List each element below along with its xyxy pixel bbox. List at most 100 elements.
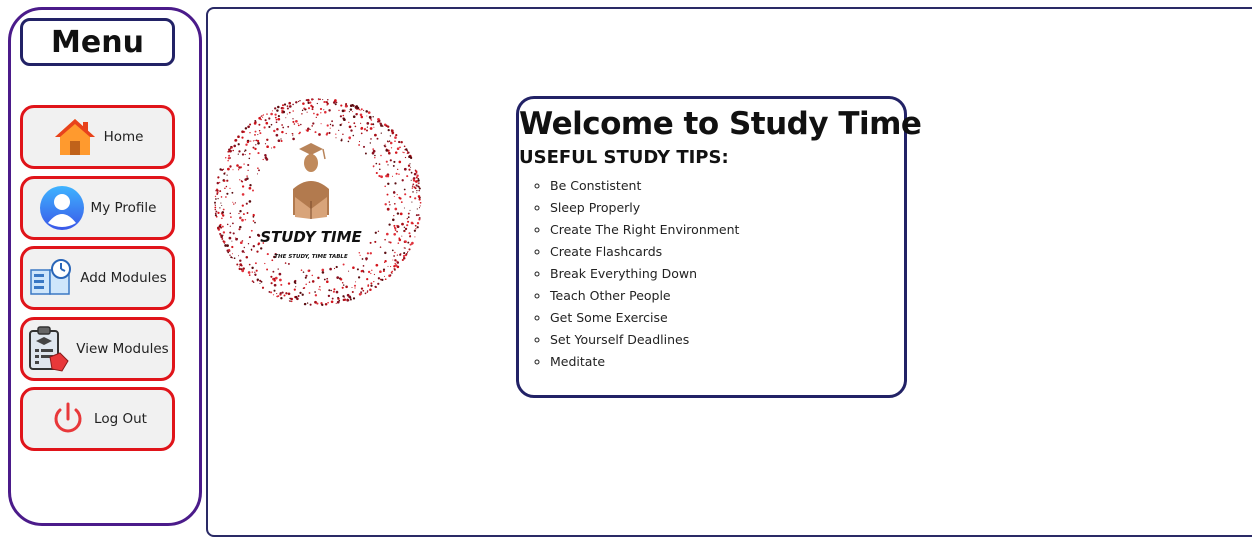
- logo-speckle: [393, 232, 397, 236]
- logo-speckle: [384, 278, 387, 281]
- logo-speckle: [304, 276, 307, 279]
- logo-speckle: [281, 104, 285, 107]
- logo-speckle: [266, 253, 269, 256]
- logo-speckle: [229, 225, 231, 227]
- logo-speckle: [412, 222, 414, 225]
- logo-speckle: [336, 276, 340, 279]
- logo-speckle: [283, 294, 286, 297]
- logo-speckle: [394, 229, 397, 232]
- logo-speckle: [380, 154, 382, 157]
- logo-speckle: [412, 178, 415, 181]
- logo-speckle: [387, 182, 390, 185]
- logo-speckle: [416, 189, 418, 192]
- logo-speckle: [272, 270, 275, 273]
- logo-speckle: [236, 164, 239, 167]
- logo-speckle: [234, 202, 236, 204]
- menu-title: Menu: [20, 18, 175, 66]
- logo-speckle: [358, 292, 362, 296]
- logo-speckle: [407, 220, 410, 223]
- logo-speckle: [248, 236, 251, 239]
- logo-speckle: [320, 123, 322, 125]
- logo-speckle: [394, 262, 396, 265]
- logo-speckle: [325, 101, 328, 104]
- logo-speckle: [418, 189, 420, 192]
- logo-speckle: [393, 215, 395, 217]
- logo-speckle: [401, 235, 403, 237]
- logo-speckle: [245, 256, 249, 259]
- logo-speckle: [281, 124, 283, 126]
- logo-speckle: [316, 102, 318, 105]
- logo-speckle: [288, 101, 291, 105]
- logo-speckle: [404, 227, 408, 231]
- logo-speckle: [272, 294, 275, 296]
- logo-speckle: [254, 221, 256, 224]
- logo-speckle: [415, 176, 418, 179]
- logo-speckle: [230, 256, 233, 259]
- logo-speckle: [360, 269, 364, 273]
- logo-speckle: [264, 143, 267, 145]
- logo-speckle: [394, 182, 397, 185]
- logo-speckle: [231, 191, 234, 194]
- logo-speckle: [247, 271, 251, 274]
- logo-speckle: [327, 301, 329, 304]
- logo-speckle: [360, 291, 363, 294]
- logo-speckle: [281, 130, 284, 134]
- logo-speckle: [408, 155, 412, 159]
- log-out-button[interactable]: Log Out: [20, 387, 175, 451]
- logo-speckle: [353, 284, 357, 287]
- logo-speckle: [416, 222, 420, 225]
- logo-speckle: [414, 224, 417, 227]
- study-tips-heading: USEFUL STUDY TIPS:: [519, 147, 729, 168]
- logo-speckle: [322, 99, 324, 101]
- logo-speckle: [216, 193, 219, 195]
- logo-speckle: [343, 118, 346, 122]
- logo-speckle: [396, 260, 398, 262]
- logo-speckle: [254, 121, 257, 124]
- logo-speckle: [325, 133, 328, 136]
- logo-speckle: [342, 284, 345, 286]
- logo-speckle: [236, 263, 239, 266]
- logo-speckle: [352, 134, 355, 137]
- home-icon: [52, 117, 98, 157]
- logo-speckle: [415, 228, 417, 230]
- logo-speckle: [321, 271, 325, 274]
- logo-speckle: [314, 294, 318, 297]
- logo-speckle: [334, 99, 337, 102]
- add-modules-button[interactable]: Add Modules: [20, 246, 175, 310]
- logo-speckle: [406, 149, 408, 152]
- logo-speckle: [408, 232, 411, 235]
- list-item: Create The Right Environment: [550, 219, 904, 241]
- logo-speckle: [298, 132, 300, 135]
- logo-speckle: [360, 108, 363, 111]
- logo-speckle: [276, 128, 279, 131]
- logo-speckle: [248, 186, 252, 190]
- logo-speckle: [358, 144, 360, 146]
- logo-speckle: [293, 288, 296, 291]
- logo-speckle: [268, 290, 271, 293]
- logo-speckle: [388, 223, 391, 226]
- logo-speckle: [310, 104, 313, 107]
- logo-speckle: [316, 113, 319, 116]
- logo-speckle: [280, 283, 283, 286]
- logo-speckle: [252, 220, 255, 222]
- my-profile-button[interactable]: My Profile: [20, 176, 175, 240]
- logo-speckle: [257, 142, 260, 145]
- logo-speckle: [419, 201, 422, 204]
- home-button[interactable]: Home: [20, 105, 175, 169]
- logo-speckle: [388, 140, 391, 142]
- logo-speckle: [229, 231, 232, 234]
- logo-speckle: [396, 224, 398, 227]
- logo-speckle: [240, 180, 243, 182]
- logo-speckle: [396, 147, 400, 150]
- logo-speckle: [335, 133, 337, 135]
- logo-speckle: [242, 213, 245, 216]
- logo-speckle: [349, 298, 352, 301]
- logo-speckle: [306, 302, 309, 304]
- logo-speckle: [276, 295, 279, 298]
- view-modules-button[interactable]: View Modules: [20, 317, 175, 381]
- logo-speckle: [254, 147, 257, 151]
- logo-speckle: [286, 113, 288, 115]
- list-item: Be Constistent: [550, 175, 904, 197]
- logo-speckle: [348, 121, 350, 124]
- logo-speckle: [327, 99, 329, 101]
